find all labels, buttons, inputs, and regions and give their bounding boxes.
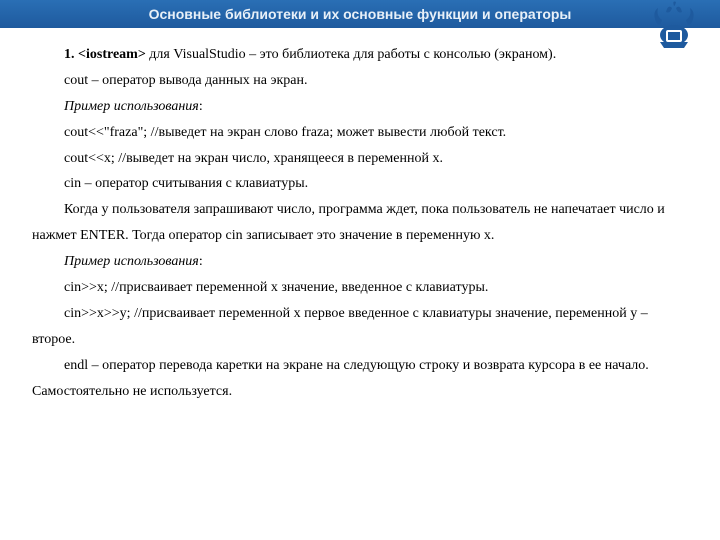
para-cin: cin – оператор считывания с клавиатуры.	[32, 171, 688, 197]
para-example-label-2: Пример использования:	[32, 249, 688, 275]
example-label: Пример использования	[64, 99, 199, 114]
lib-name: <iostream>	[78, 47, 146, 62]
emblem-icon	[646, 0, 702, 56]
colon: :	[199, 99, 203, 114]
colon: :	[199, 254, 203, 269]
para-endl: endl – оператор перевода каретки на экра…	[32, 353, 688, 405]
para-text: для VisualStudio – это библиотека для ра…	[146, 47, 556, 62]
para-cin-desc: Когда у пользователя запрашивают число, …	[32, 197, 688, 249]
slide-header: Основные библиотеки и их основные функци…	[0, 0, 720, 28]
example-label: Пример использования	[64, 254, 199, 269]
para-cin-x: cin>>x; //присваивает переменной x значе…	[32, 275, 688, 301]
para-cout: cout – оператор вывода данных на экран.	[32, 68, 688, 94]
para-cout-fraza: cout<<"fraza"; //выведет на экран слово …	[32, 120, 688, 146]
para-iostream: 1. <iostream> для VisualStudio – это биб…	[32, 42, 688, 68]
slide-body: 1. <iostream> для VisualStudio – это биб…	[0, 28, 720, 404]
para-example-label-1: Пример использования:	[32, 94, 688, 120]
slide-title: Основные библиотеки и их основные функци…	[149, 6, 572, 22]
para-cin-xy: cin>>x>>y; //присваивает переменной x пе…	[32, 301, 688, 353]
item-number: 1.	[64, 47, 78, 62]
para-cout-x: cout<<x; //выведет на экран число, храня…	[32, 146, 688, 172]
